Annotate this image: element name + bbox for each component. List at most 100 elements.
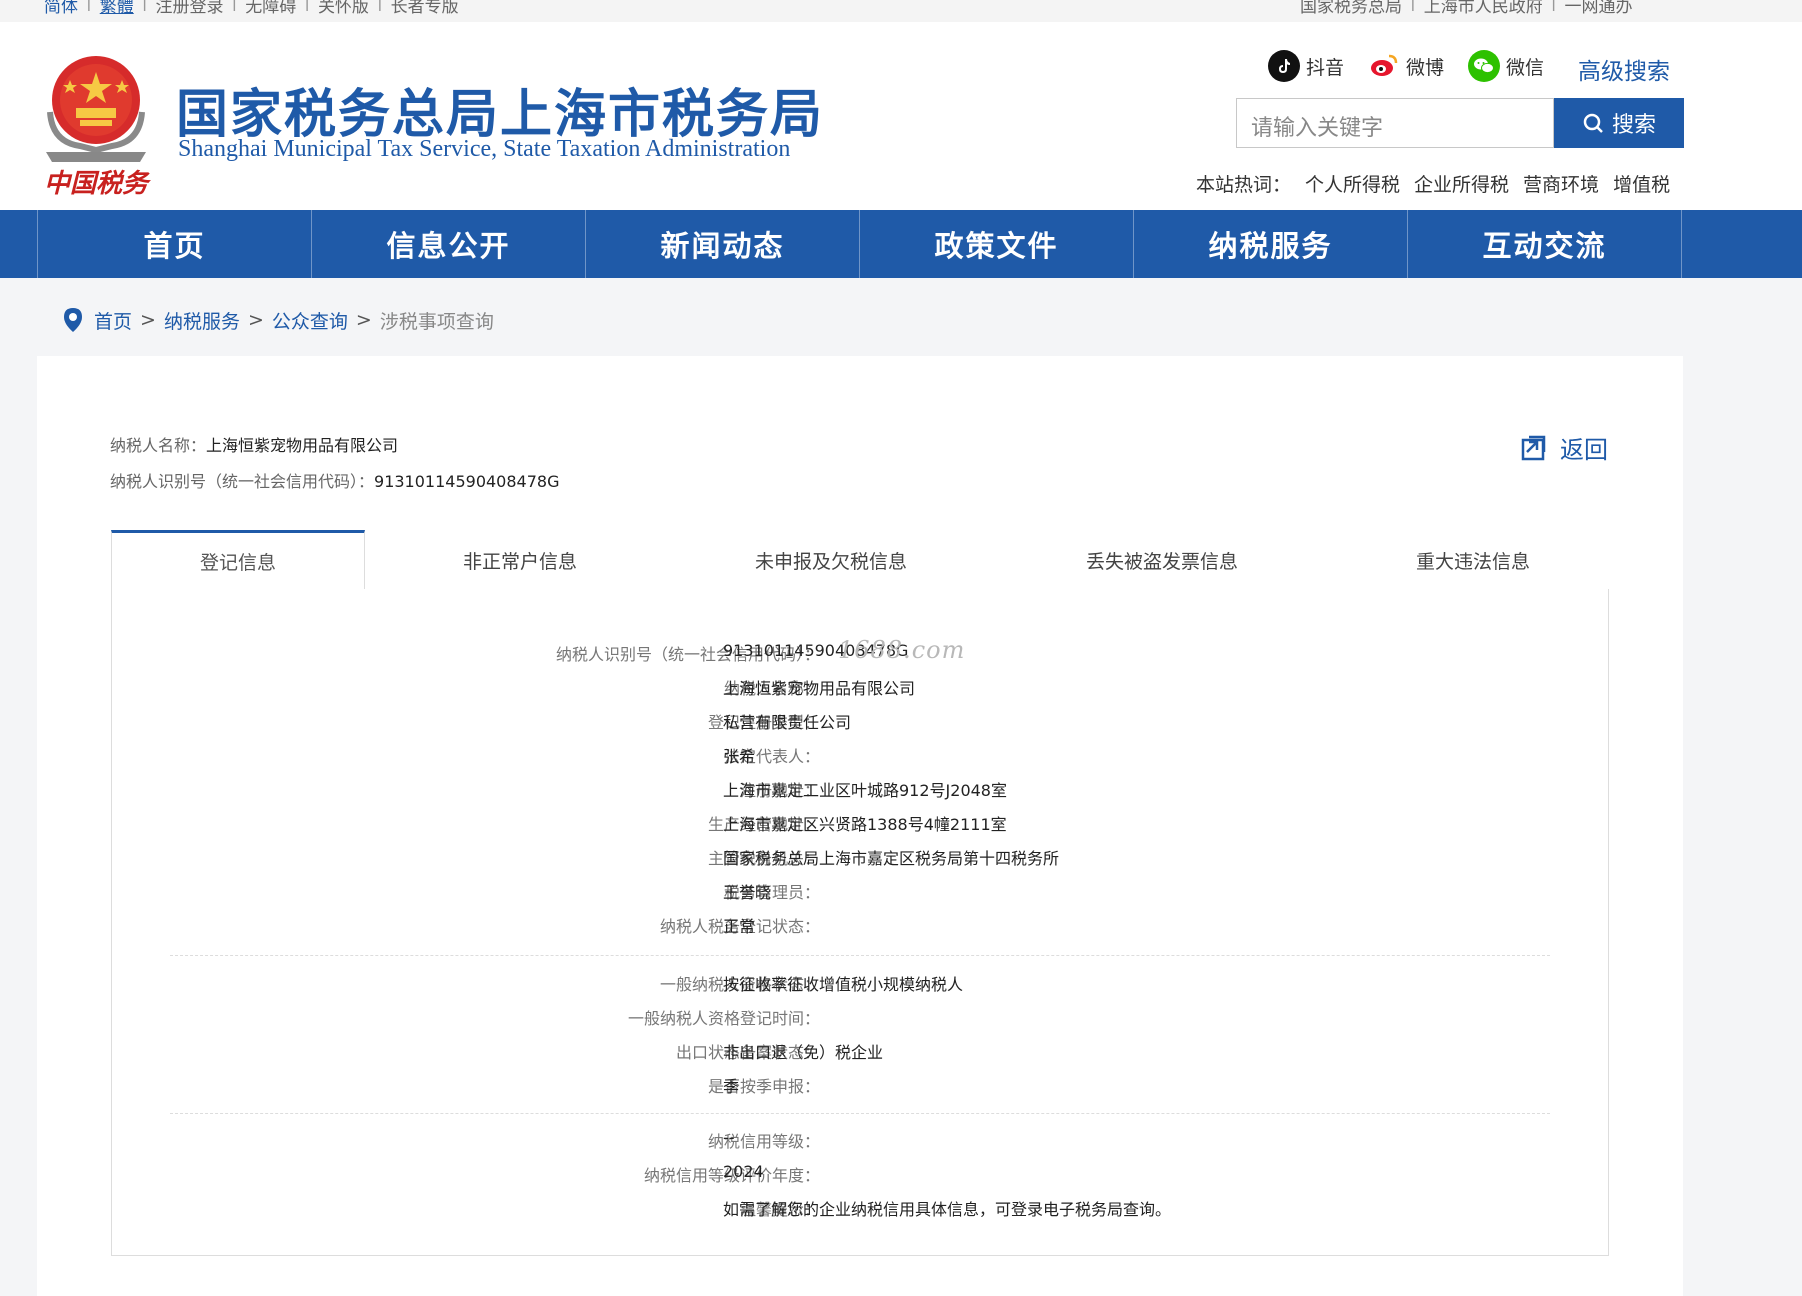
nav-policy[interactable]: 政策文件: [860, 210, 1134, 278]
info-value: 王誉晓: [723, 883, 772, 902]
weibo-icon: [1368, 50, 1400, 82]
social-links: 抖音 微博 微信: [1268, 50, 1544, 82]
section-divider: [170, 955, 1550, 956]
search-button-label: 搜索: [1611, 113, 1656, 138]
search-icon: [1583, 113, 1603, 133]
social-wechat-label: 微信: [1506, 56, 1545, 79]
hot-word-vat[interactable]: 增值税: [1613, 170, 1670, 197]
back-label: 返回: [1560, 436, 1608, 464]
info-row: 注册地址： 上海市嘉定工业区叶城路912号J2048室: [111, 777, 1609, 807]
top-links-right: 国家税务总局 | 上海市人民政府 | 一网通办: [1300, 0, 1632, 17]
info-value: 上海市嘉定区兴贤路1388号4幢2111室: [723, 815, 1007, 834]
taxpayer-id-value: 91310114590408478G: [374, 472, 560, 491]
info-row: 法定代表人： 张希: [111, 743, 1609, 773]
link-shanghai-gov[interactable]: 上海市人民政府: [1424, 0, 1543, 17]
info-row: 出口状态备案状态： 非出口退（免）税企业: [111, 1039, 1609, 1069]
info-value: --: [723, 1128, 735, 1147]
breadcrumb-tax-service[interactable]: 纳税服务: [164, 307, 240, 334]
wechat-icon: [1468, 50, 1501, 82]
breadcrumb-separator: >: [140, 309, 156, 331]
info-value: 按征收率征收增值税小规模纳税人: [723, 975, 964, 994]
nav-news[interactable]: 新闻动态: [586, 210, 860, 278]
info-tabs: 登记信息 非正常户信息 未申报及欠税信息 丢失被盗发票信息 重大违法信息: [111, 530, 1609, 591]
nav-interaction[interactable]: 互动交流: [1408, 210, 1682, 278]
info-row: 纳税人税务登记状态： 正常: [111, 913, 1609, 943]
main-nav: 首页 信息公开 新闻动态 政策文件 纳税服务 互动交流: [0, 210, 1802, 278]
search-input[interactable]: 请输入关键字: [1236, 98, 1554, 148]
info-value: 正常: [723, 917, 756, 936]
top-links-left: 简体 | 繁體 | 注册登录 | 无障碍 | 关怀版 | 长者专版: [44, 0, 459, 17]
separator: |: [304, 0, 310, 12]
info-row: 一般纳税人资格登记时间：: [111, 1005, 1609, 1035]
nav-info-disclosure[interactable]: 信息公开: [312, 210, 586, 278]
section-divider: [170, 1113, 1550, 1114]
social-wechat[interactable]: 微信: [1468, 50, 1544, 82]
separator: |: [231, 0, 238, 12]
info-row: 温馨提示： 如需了解您的企业纳税信用具体信息，可登录电子税务局查询。: [111, 1196, 1609, 1226]
info-value: 季: [723, 1077, 740, 1096]
nav-tax-service[interactable]: 纳税服务: [1134, 210, 1408, 278]
info-value: 2024: [723, 1162, 764, 1181]
info-value: 上海恒紫宠物用品有限公司: [723, 679, 916, 698]
nav-home[interactable]: 首页: [38, 210, 312, 278]
link-traditional[interactable]: 繁體: [100, 0, 134, 17]
tab-abnormal[interactable]: 非正常户信息: [365, 530, 675, 590]
douyin-icon: [1268, 50, 1300, 82]
top-utility-bar: 简体 | 繁體 | 注册登录 | 无障碍 | 关怀版 | 长者专版 国家税务总局 | 上海市…: [0, 0, 1802, 22]
hot-words-label: 本站热词：: [1196, 174, 1292, 196]
social-weibo-label: 微博: [1406, 56, 1445, 79]
site-subtitle: Shanghai Municipal Tax Service, State Ta…: [178, 136, 791, 162]
info-row: 纳税信用等级评价年度： 2024: [111, 1162, 1609, 1192]
link-register-login[interactable]: 注册登录: [155, 0, 223, 17]
info-row: 纳税信用等级： --: [111, 1128, 1609, 1158]
info-row: 税务管理员： 王誉晓: [111, 879, 1609, 909]
hot-word-business-env[interactable]: 营商环境: [1523, 170, 1599, 197]
info-row: 登记注册类型： 私营有限责任公司: [111, 709, 1609, 739]
info-row: 主管税务机关： 国家税务总局上海市嘉定区税务局第十四税务所: [111, 845, 1609, 875]
info-value: 上海市嘉定工业区叶城路912号J2048室: [723, 781, 1007, 800]
tab-undeclared[interactable]: 未申报及欠税信息: [675, 530, 987, 590]
watermark: 1688.com: [838, 636, 966, 664]
link-accessibility[interactable]: 无障碍: [245, 0, 296, 17]
separator: |: [86, 0, 92, 12]
separator: |: [376, 0, 383, 12]
link-one-net[interactable]: 一网通办: [1564, 0, 1632, 17]
info-value: 私营有限责任公司: [723, 713, 852, 732]
back-button[interactable]: 返回: [1520, 430, 1608, 465]
social-douyin[interactable]: 抖音: [1268, 50, 1344, 82]
location-pin-icon: [64, 308, 82, 332]
info-label: 一般纳税人资格登记时间：: [627, 1009, 820, 1028]
svg-text:中国税务: 中国税务: [44, 169, 152, 199]
hot-word-cit[interactable]: 企业所得税: [1414, 170, 1509, 197]
back-icon: [1521, 435, 1546, 460]
info-row: 生产经营地址： 上海市嘉定区兴贤路1388号4幢2111室: [111, 811, 1609, 841]
tab-lost-invoice[interactable]: 丢失被盗发票信息: [987, 530, 1337, 590]
link-sta[interactable]: 国家税务总局: [1300, 0, 1402, 17]
advanced-search-link[interactable]: 高级搜索: [1578, 52, 1670, 86]
separator: |: [1550, 0, 1557, 12]
taxpayer-id: 纳税人识别号（统一社会信用代码）：91310114590408478G: [110, 468, 559, 492]
link-simplified[interactable]: 简体: [44, 0, 78, 17]
hot-word-iit[interactable]: 个人所得税: [1305, 170, 1400, 197]
tab-registration[interactable]: 登记信息: [111, 530, 365, 591]
social-weibo[interactable]: 微博: [1368, 50, 1444, 82]
search-button[interactable]: 搜索: [1554, 98, 1684, 148]
taxpayer-id-label: 纳税人识别号（统一社会信用代码）：: [110, 472, 375, 491]
national-emblem-icon[interactable]: 中国税务: [40, 42, 152, 204]
separator: |: [1410, 0, 1416, 12]
breadcrumb-home[interactable]: 首页: [94, 307, 132, 334]
info-value: 如需了解您的企业纳税信用具体信息，可登录电子税务局查询。: [723, 1200, 1172, 1219]
taxpayer-name: 纳税人名称：上海恒紫宠物用品有限公司: [110, 432, 398, 456]
link-elder-version[interactable]: 长者专版: [391, 0, 459, 17]
breadcrumb: 首页 > 纳税服务 > 公众查询 > 涉税事项查询: [60, 306, 494, 334]
info-row: 纳税人名称： 上海恒紫宠物用品有限公司: [111, 675, 1609, 705]
info-row: 是否按季申报：季: [111, 1073, 1609, 1103]
link-care-version[interactable]: 关怀版: [318, 0, 369, 17]
info-row: 一般纳税人资格状态： 按征收率征收增值税小规模纳税人: [111, 971, 1609, 1001]
tab-major-violation[interactable]: 重大违法信息: [1337, 530, 1609, 590]
info-value: 张希: [723, 747, 756, 766]
breadcrumb-separator: >: [355, 309, 372, 331]
taxpayer-name-value: 上海恒紫宠物用品有限公司: [206, 436, 399, 455]
info-value: 非出口退（免）税企业: [723, 1043, 884, 1062]
breadcrumb-public-query[interactable]: 公众查询: [272, 307, 348, 334]
